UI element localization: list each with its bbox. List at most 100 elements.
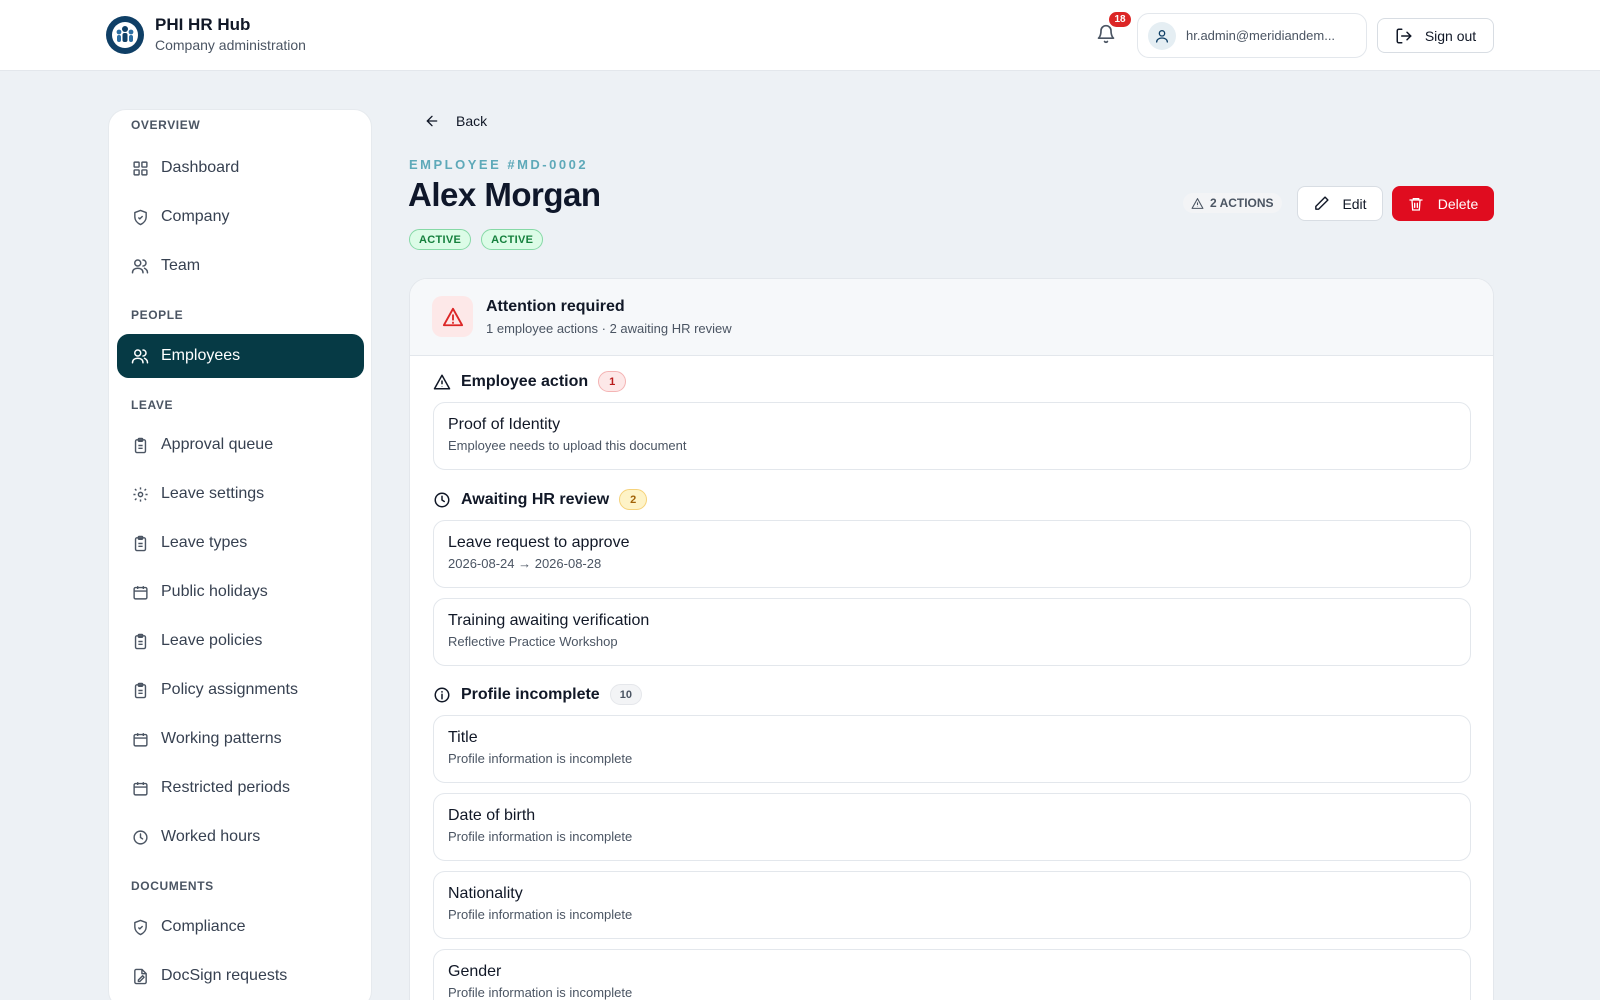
employee-id: EMPLOYEE #MD-0002 xyxy=(409,157,589,172)
user-email: hr.admin@meridiandem... xyxy=(1186,28,1336,43)
section-overview: OVERVIEW xyxy=(131,118,201,132)
item-subtitle: Profile information is incomplete xyxy=(448,985,633,1000)
action-item-leave-request[interactable]: Leave request to approve 2026-08-24 → 20… xyxy=(433,520,1471,588)
status-badge: ACTIVE xyxy=(481,229,544,250)
sidebar-item-label: Restricted periods xyxy=(161,779,290,796)
gear-icon xyxy=(131,485,149,503)
sidebar-item-label: Dashboard xyxy=(161,159,240,176)
sidebar-item-employees[interactable]: Employees xyxy=(117,334,364,378)
attention-header: Attention required 1 employee actions · … xyxy=(410,279,1493,356)
brand-subtitle: Company administration xyxy=(155,37,306,53)
page-title: Alex Morgan xyxy=(408,176,601,213)
edit-button[interactable]: Edit xyxy=(1297,186,1383,221)
back-label: Back xyxy=(456,113,488,129)
action-item-proof-of-identity[interactable]: Proof of Identity Employee needs to uplo… xyxy=(433,402,1471,470)
group-label: Profile incomplete xyxy=(461,685,600,703)
sidebar-item-label: Policy assignments xyxy=(161,681,298,698)
actions-count-badge: 2 ACTIONS xyxy=(1183,193,1282,213)
sidebar-item-public-holidays[interactable]: Public holidays xyxy=(117,570,364,614)
trash-icon xyxy=(1409,197,1423,211)
clock-icon xyxy=(131,828,149,846)
status-badges: ACTIVE ACTIVE xyxy=(409,229,544,250)
sidebar-item-label: Team xyxy=(161,257,201,274)
item-subtitle: Reflective Practice Workshop xyxy=(448,634,618,649)
sidebar-item-leave-types[interactable]: Leave types xyxy=(117,521,364,565)
warning-icon xyxy=(433,374,451,389)
group-label: Employee action xyxy=(461,372,589,390)
notification-count-badge: 18 xyxy=(1109,12,1131,27)
sidebar-item-label: Public holidays xyxy=(161,583,268,600)
sidebar-item-label: Leave types xyxy=(161,534,248,551)
item-subtitle: Employee needs to upload this document xyxy=(448,438,687,453)
sidebar-item-approval-queue[interactable]: Approval queue xyxy=(117,423,364,467)
sign-out-label: Sign out xyxy=(1424,27,1477,44)
profile-item-date-of-birth[interactable]: Date of birth Profile information is inc… xyxy=(433,793,1471,861)
team-logo-icon xyxy=(112,22,138,48)
users-icon xyxy=(131,347,149,365)
sidebar-item-compliance[interactable]: Compliance xyxy=(117,905,364,949)
group-count-badge: 10 xyxy=(609,684,642,705)
item-title: Nationality xyxy=(448,885,523,902)
shield-icon xyxy=(131,208,149,226)
users-icon xyxy=(131,257,149,275)
sidebar-item-team[interactable]: Team xyxy=(117,244,364,288)
sidebar-item-leave-policies[interactable]: Leave policies xyxy=(117,619,364,663)
sidebar-item-label: DocSign requests xyxy=(161,967,288,984)
clipboard-icon xyxy=(131,436,149,454)
group-label: Awaiting HR review xyxy=(461,490,610,508)
notifications-button[interactable] xyxy=(1096,24,1120,48)
sidebar-item-label: Company xyxy=(161,208,230,225)
item-title: Training awaiting verification xyxy=(448,612,650,629)
section-documents: DOCUMENTS xyxy=(131,879,214,893)
sidebar-item-label: Employees xyxy=(161,347,241,364)
item-subtitle: Profile information is incomplete xyxy=(448,751,633,766)
sidebar-item-worked-hours[interactable]: Worked hours xyxy=(117,815,364,859)
sign-out-button[interactable]: Sign out xyxy=(1377,18,1494,53)
action-item-training[interactable]: Training awaiting verification Reflectiv… xyxy=(433,598,1471,666)
brand-title: PHI HR Hub xyxy=(155,15,251,34)
pencil-icon xyxy=(1315,196,1330,210)
brand-logo[interactable] xyxy=(106,16,144,54)
sidebar-item-leave-settings[interactable]: Leave settings xyxy=(117,472,364,516)
sidebar-item-working-patterns[interactable]: Working patterns xyxy=(117,717,364,761)
back-button[interactable]: Back xyxy=(424,113,487,129)
sidebar-item-restricted-periods[interactable]: Restricted periods xyxy=(117,766,364,810)
clipboard-icon xyxy=(131,632,149,650)
item-title: Gender xyxy=(448,963,502,980)
status-badge: ACTIVE xyxy=(409,229,472,250)
group-count-badge: 1 xyxy=(598,371,627,392)
shield-check-icon xyxy=(131,918,149,936)
top-bar: PHI HR Hub Company administration 18 hr.… xyxy=(0,0,1600,71)
sidebar-item-label: Compliance xyxy=(161,918,246,935)
user-icon xyxy=(1156,29,1168,43)
logout-icon xyxy=(1396,28,1412,43)
sidebar-item-label: Worked hours xyxy=(161,828,261,845)
profile-item-title[interactable]: Title Profile information is incomplete xyxy=(433,715,1471,783)
item-title: Leave request to approve xyxy=(448,534,630,551)
sidebar-item-label: Leave settings xyxy=(161,485,265,502)
calendar-icon xyxy=(131,583,149,601)
item-subtitle: Profile information is incomplete xyxy=(448,907,633,922)
document-sign-icon xyxy=(131,967,149,985)
item-title: Proof of Identity xyxy=(448,416,561,433)
sidebar-item-policy-assignments[interactable]: Policy assignments xyxy=(117,668,364,712)
sidebar-item-company[interactable]: Company xyxy=(117,195,364,239)
user-avatar xyxy=(1148,21,1176,50)
clipboard-icon xyxy=(131,681,149,699)
delete-button[interactable]: Delete xyxy=(1392,186,1494,221)
user-menu[interactable]: hr.admin@meridiandem... xyxy=(1137,13,1367,58)
sidebar-item-dashboard[interactable]: Dashboard xyxy=(117,146,364,190)
group-profile-incomplete: Profile incomplete 10 xyxy=(433,684,642,705)
group-awaiting-review: Awaiting HR review 2 xyxy=(433,489,648,510)
item-title: Date of birth xyxy=(448,807,536,824)
sidebar-item-docsign-requests[interactable]: DocSign requests xyxy=(117,954,364,998)
sidebar: OVERVIEW Dashboard Company Team PEOPLE E… xyxy=(108,109,372,1000)
clock-icon xyxy=(434,492,450,507)
section-leave: LEAVE xyxy=(131,398,174,412)
profile-item-gender[interactable]: Gender Profile information is incomplete xyxy=(433,949,1471,1000)
profile-item-nationality[interactable]: Nationality Profile information is incom… xyxy=(433,871,1471,939)
warning-triangle-icon xyxy=(442,307,463,326)
calendar-icon xyxy=(131,730,149,748)
info-icon xyxy=(434,687,450,702)
arrow-left-icon xyxy=(426,115,438,127)
